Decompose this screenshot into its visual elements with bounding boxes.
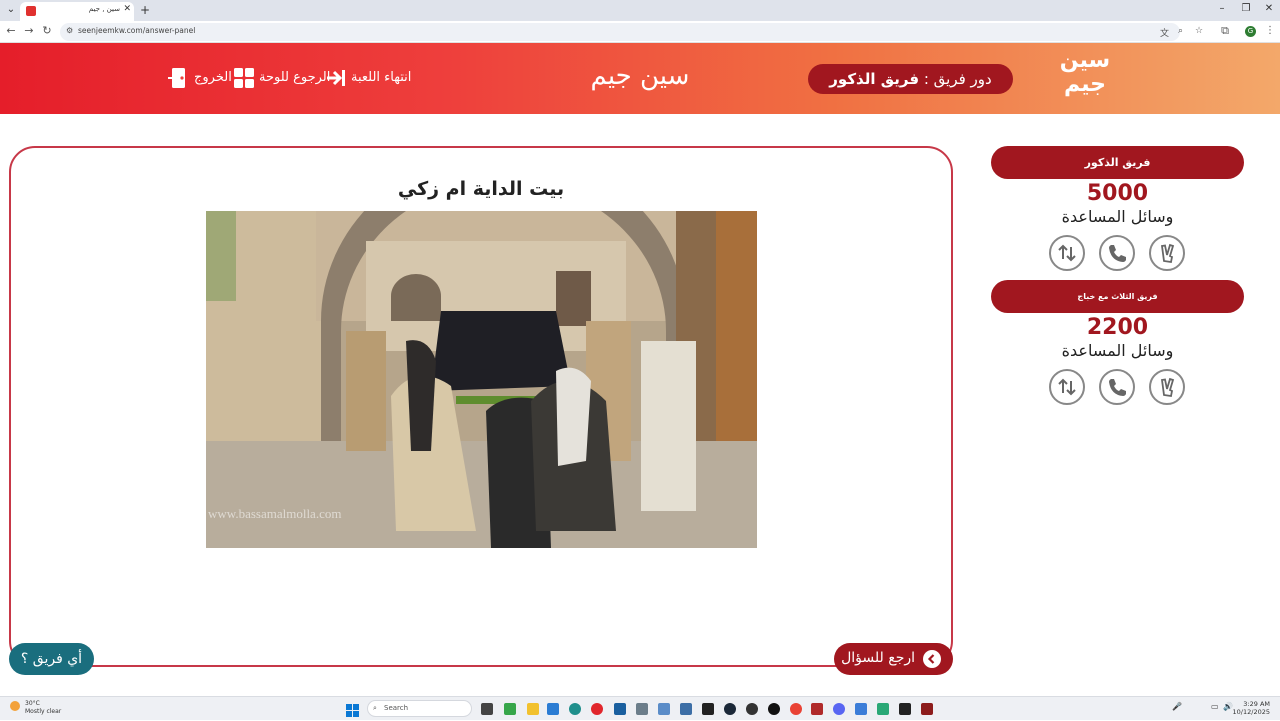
two-answers-hand-icon[interactable] [1149,235,1185,271]
close-tab-icon[interactable]: ✕ [123,4,131,14]
weather-desc: Mostly clear [25,708,62,715]
question-title: بيت الداية ام زكي [397,178,565,200]
file-explorer-icon[interactable] [527,703,539,715]
reload-icon[interactable]: ↻ [40,24,54,37]
maximize-icon[interactable]: ❐ [1236,3,1256,14]
grid-icon [233,68,255,88]
app-icon[interactable] [614,703,626,715]
taskbar-search[interactable]: ⌕ Search [367,700,472,717]
two-answers-hand-icon[interactable] [1149,369,1185,405]
switch-question-icon[interactable] [1049,235,1085,271]
tab-search-icon[interactable]: ⌄ [4,3,18,17]
app-icon[interactable] [746,703,758,715]
clock-date: 10/12/2025 [1232,708,1270,716]
app-icon[interactable] [680,703,692,715]
photos-icon[interactable] [658,703,670,715]
discord-icon[interactable] [833,703,845,715]
exit-link[interactable]: الخروج [168,66,232,90]
app-icon[interactable] [811,703,823,715]
microphone-icon[interactable]: 🎤 [1172,702,1182,711]
turn-team-name: فريق الذكور [829,70,920,88]
browser-toolbar: ← → ↻ ⚙ seenjeemkw.com/answer-panel 文 ⌕ … [0,21,1280,43]
back-arrow-icon[interactable]: ← [4,24,18,37]
url-text: seenjeemkw.com/answer-panel [78,26,196,35]
browser-menu-icon[interactable]: ⋮ [1265,25,1275,36]
site-favicon [26,6,36,16]
back-to-question-button[interactable]: ارجع للسؤال [834,643,953,675]
chrome-icon[interactable] [790,703,802,715]
weather-temp: 30°C [25,700,40,707]
team-1-name: فريق الذكور [991,146,1244,179]
extensions-icon[interactable]: ⧉ [1218,24,1232,38]
back-to-question-label: ارجع للسؤال [841,650,915,666]
chevron-left-icon [923,650,941,668]
current-turn-badge: دور فريق : فريق الذكور [808,64,1013,94]
zoom-icon[interactable]: ⌕ [1178,26,1183,36]
turn-label: دور فريق : [923,70,992,88]
close-window-icon[interactable]: ✕ [1259,3,1279,14]
new-tab-button[interactable]: + [140,3,150,17]
exit-label: الخروج [194,70,232,85]
back-to-board-link[interactable]: الرجوع للوحة [233,66,330,90]
widgets-icon[interactable] [504,703,516,715]
os-taskbar: 30°C Mostly clear ⌕ Search 🎤 ▭ 🔊 3:29 AM… [0,696,1280,720]
app-icon[interactable] [899,703,911,715]
site-logo: سين جيم [1059,48,1111,97]
translate-icon[interactable]: 文 [1160,26,1169,39]
switch-question-icon[interactable] [1049,369,1085,405]
clock-time: 3:29 AM [1243,700,1270,708]
app-icon[interactable] [855,703,867,715]
site-title: سين جيم [590,61,690,91]
browser-tabbar: ⌄ سين , جيم ✕ + – ❐ ✕ [0,0,1280,21]
team-1-aids-label: وسائل المساعدة [1061,207,1174,226]
team-2-score: 2200 [1086,315,1149,340]
app-icon[interactable] [702,703,714,715]
image-watermark: www.bassamalmolla.com [208,506,342,521]
site-info-icon[interactable]: ⚙ [66,26,73,35]
back-to-board-label: الرجوع للوحة [259,70,331,85]
app-icon[interactable] [877,703,889,715]
site-header: سين جيم دور فريق : فريق الذكور سين جيم ا… [0,43,1280,114]
phone-friend-icon[interactable] [1099,369,1135,405]
app-icon[interactable] [768,703,780,715]
app-icon[interactable] [921,703,933,715]
minimize-icon[interactable]: – [1212,3,1232,14]
windows-start-icon[interactable] [346,702,359,717]
profile-avatar[interactable]: G [1245,26,1256,37]
team-1-score: 5000 [1086,181,1149,206]
opera-icon[interactable] [591,703,603,715]
search-icon: ⌕ [373,704,377,712]
steam-icon[interactable] [724,703,736,715]
tab-title: سين , جيم [88,5,120,13]
task-view-icon[interactable] [481,703,493,715]
calculator-icon[interactable] [636,703,648,715]
edge-icon[interactable] [569,703,581,715]
browser-tab[interactable]: سين , جيم ✕ [20,2,134,21]
address-bar[interactable]: ⚙ seenjeemkw.com/answer-panel 文 ⌕ ☆ [60,23,1203,41]
question-image: www.bassamalmolla.com [206,211,757,548]
app-icon[interactable] [547,703,559,715]
team-2-aids-label: وسائل المساعدة [1061,341,1174,360]
bookmark-star-icon[interactable]: ☆ [1195,26,1203,36]
network-icon[interactable]: ▭ [1211,702,1219,711]
which-team-button[interactable]: أي فريق ؟ [9,643,94,675]
taskbar-clock[interactable]: 3:29 AM 10/12/2025 [1232,700,1270,716]
door-exit-icon [168,68,190,88]
forward-arrow-icon[interactable]: → [22,24,36,37]
end-game-link[interactable]: انتهاء اللعبة [325,66,411,90]
end-game-label: انتهاء اللعبة [351,70,412,85]
team-2-name: فريق الثلاث مع خباج [991,280,1244,313]
taskbar-search-placeholder: Search [384,704,409,712]
weather-widget[interactable]: 30°C Mostly clear [25,700,61,716]
answer-card: بيت الداية ام زكي www.bassamalmolla.com [9,146,953,667]
weather-icon[interactable] [10,701,20,711]
phone-friend-icon[interactable] [1099,235,1135,271]
